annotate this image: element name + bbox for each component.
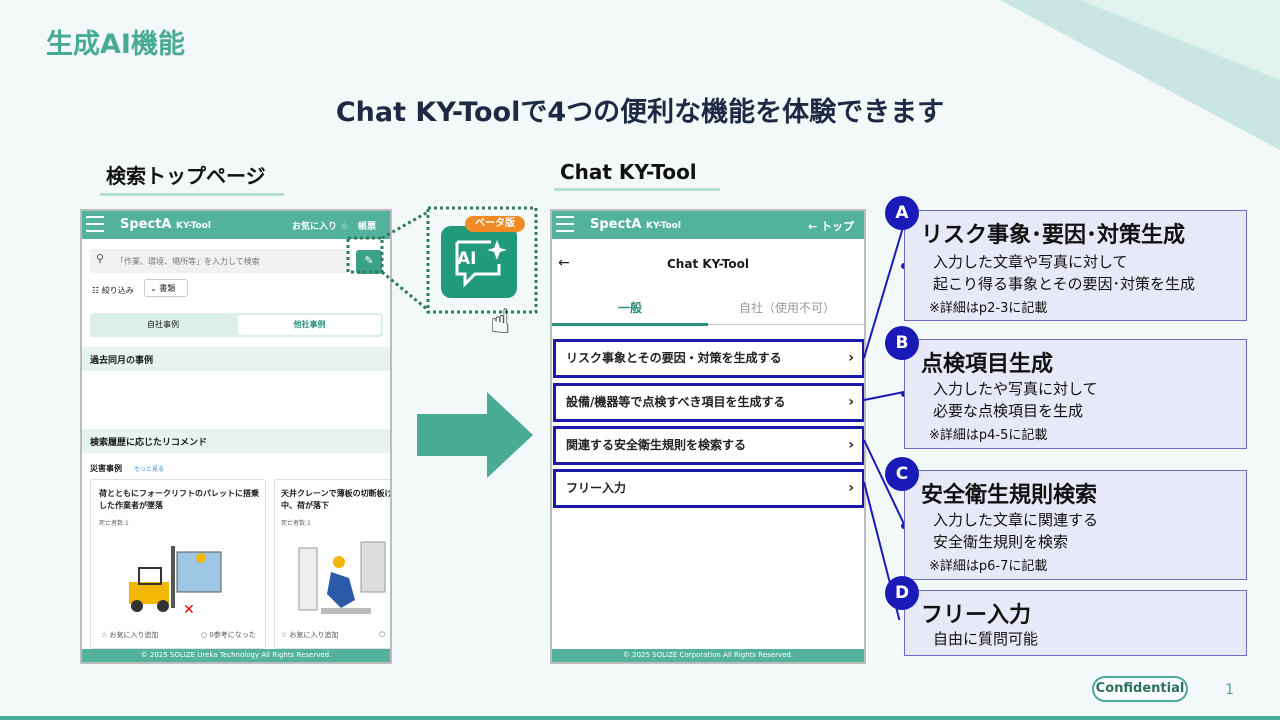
page-number: 1 [1225, 682, 1234, 698]
beta-badge: ベータ版 [465, 216, 525, 232]
badge-c: C [885, 457, 919, 491]
confidential-badge: Confidential [1092, 676, 1188, 702]
chevron-right-icon: › [848, 437, 854, 453]
favorites-link[interactable]: お気に入り ☆ [292, 219, 348, 232]
feature-line: 自由に質問可能 [933, 630, 1039, 648]
feature-box-d: フリー入力 自由に質問可能 [904, 590, 1247, 656]
tab-own-cases[interactable]: 自社事例 [90, 313, 236, 337]
feature-line: 入力した文章に関連する [933, 511, 1099, 529]
chevron-right-icon: › [848, 394, 854, 410]
chevron-right-icon: › [848, 350, 854, 366]
svg-text:✕: ✕ [183, 602, 195, 618]
section-recommend: 検索履歴に応じたリコメンド [82, 429, 390, 453]
case-card-meta: 死亡者数:1 [99, 520, 129, 527]
category-select[interactable]: ⌄ 書類 [144, 279, 188, 297]
lightbulb-icon: ○ [201, 631, 208, 639]
feature-note: ※詳細はp4-5に記載 [929, 428, 1048, 443]
feature-title: 安全衛生規則検索 [921, 483, 1098, 508]
lightbulb-icon: ○ [379, 630, 386, 638]
feature-title: リスク事象･要因･対策生成 [921, 223, 1186, 248]
feature-line: 起こり得る事象とその要因･対策を生成 [933, 275, 1196, 293]
headline: Chat KY-Toolで4つの便利な機能を体験できます [335, 97, 945, 128]
helpful-button[interactable]: ○ 0参考になった [201, 630, 256, 640]
hamburger-menu-icon[interactable] [556, 216, 574, 232]
feature-title: フリー入力 [921, 603, 1032, 628]
crane-illustration [298, 541, 386, 614]
pointer-hand-icon: ☝ [490, 302, 511, 342]
menu-item-regulation[interactable]: 関連する安全衛生規則を検索する › [553, 426, 864, 465]
case-card-title: 天井クレーンで薄板の切断板げ中、荷が落下 [281, 489, 392, 510]
feature-box-b: 点検項目生成 入力したや写真に対して 必要な点検項目を生成 ※詳細はp4-5に記… [904, 339, 1247, 449]
menu-item-risk[interactable]: リスク事象とその要因・対策を生成する › [553, 339, 864, 378]
star-icon: ☆ [101, 631, 108, 639]
badge-d: D [885, 576, 919, 610]
feature-line: 安全衛生規則を検索 [933, 533, 1069, 551]
case-card[interactable]: 天井クレーンで薄板の切断板げ中、荷が落下 死亡者数:1 ☆ お気に入り追加 ○ [274, 479, 392, 649]
tab-general[interactable]: 一般 [552, 299, 708, 316]
star-icon: ☆ [281, 631, 288, 639]
app-bar: SpectA KY-Tool お気に入り ☆ 帳票 [82, 211, 390, 239]
app-footer: © 2025 SOLIZE Corporation All Rights Res… [552, 649, 864, 662]
case-card-meta: 死亡者数:1 [281, 520, 311, 527]
more-link[interactable]: もっと見る [134, 464, 164, 473]
arrow-right-icon [417, 392, 533, 478]
brand-logo: SpectA KY-Tool [590, 217, 681, 232]
search-input[interactable]: ⚲ 「作業、環境、場所等」を入力して検索 [90, 249, 352, 273]
feature-title: 点検項目生成 [921, 352, 1054, 377]
hamburger-menu-icon[interactable] [86, 216, 104, 232]
search-placeholder: 「作業、環境、場所等」を入力して検索 [116, 257, 260, 266]
chevron-right-icon: › [848, 480, 854, 496]
menu-item-free-input[interactable]: フリー入力 › [553, 469, 864, 508]
chevron-down-icon: ⌄ [150, 284, 157, 293]
top-link[interactable]: ← トップ [808, 218, 854, 234]
badge-a: A [885, 196, 919, 230]
section-past-cases: 過去同月の事例 [82, 347, 390, 371]
feature-box-a: リスク事象･要因･対策生成 入力した文章や写真に対して 起こり得る事象とその要因… [904, 210, 1247, 321]
brand-logo: SpectA KY-Tool [120, 217, 211, 232]
app-bar: SpectA KY-Tool ← トップ [552, 211, 864, 239]
filter-icon: ☷ [92, 286, 100, 295]
feature-note: ※詳細はp6-7に記載 [929, 559, 1048, 574]
case-card-title: 荷とともにフォークリフトのパレットに搭乗した作業者が墜落 [99, 489, 259, 510]
tab-company[interactable]: 自社（使用不可） [708, 299, 864, 316]
search-icon: ⚲ [96, 252, 105, 265]
active-tab-indicator [552, 323, 708, 326]
section-label-chat-tool: Chat KY-Tool [554, 160, 720, 191]
feature-note: ※詳細はp2-3に記載 [929, 301, 1048, 316]
bottom-bar [0, 716, 1280, 720]
case-tabs: 自社事例 他社事例 [90, 313, 383, 337]
app-footer: © 2025 SOLIZE Ureka Technology All Right… [82, 649, 390, 662]
case-card[interactable]: 荷とともにフォークリフトのパレットに搭乗した作業者が墜落 死亡者数:1 ✕ ☆ … [90, 479, 266, 649]
forklift-illustration: ✕ [129, 546, 222, 618]
ai-chat-app-icon[interactable]: AI [441, 226, 517, 298]
page-title: 生成AI機能 [46, 29, 185, 60]
add-favorite-button[interactable]: ☆ お気に入り追加 [101, 630, 159, 640]
menu-item-inspection[interactable]: 設備/機器等で点検すべき項目を生成する › [553, 383, 864, 422]
ai-icon-text: AI [457, 249, 477, 269]
feature-line: 入力した文章や写真に対して [933, 253, 1128, 271]
badge-b: B [885, 326, 919, 360]
add-favorite-button[interactable]: ☆ お気に入り追加 [281, 630, 339, 640]
filter-button[interactable]: ☷ 絞り込み [92, 285, 134, 296]
section-label-search-top: 検索トップページ [100, 160, 284, 196]
screen-title: Chat KY-Tool [667, 257, 749, 271]
helpful-button[interactable]: ○ [379, 630, 385, 638]
chat-tool-mockup: SpectA KY-Tool ← トップ ← Chat KY-Tool 一般 自… [550, 209, 866, 664]
disaster-label: 災害事例 [90, 464, 122, 473]
feature-line: 入力したや写真に対して [933, 380, 1098, 398]
tab-divider [708, 324, 864, 325]
corner-decoration-light [1080, 0, 1280, 80]
feature-box-c: 安全衛生規則検索 入力した文章に関連する 安全衛生規則を検索 ※詳細はp6-7に… [904, 470, 1247, 580]
feature-line: 必要な点検項目を生成 [933, 402, 1084, 420]
